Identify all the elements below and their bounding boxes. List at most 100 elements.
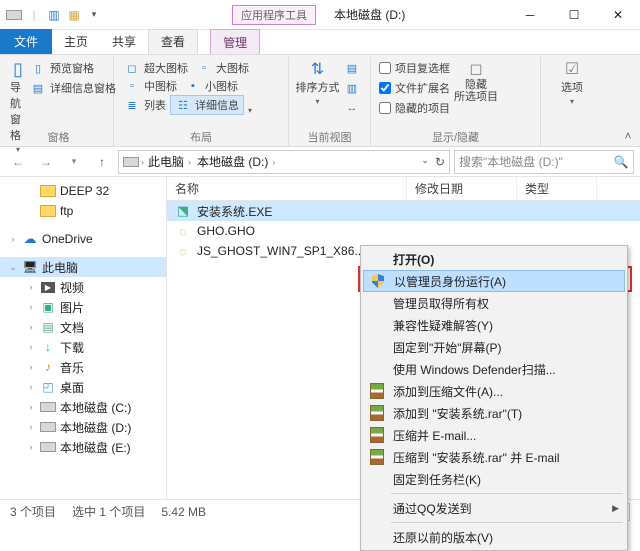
extra-large-icon: ◻	[124, 60, 140, 76]
videos-icon	[40, 279, 56, 295]
menu-qq-send[interactable]: 通过QQ发送到▶	[363, 497, 625, 519]
item-checkboxes-toggle[interactable]: 项目复选框	[377, 59, 452, 77]
details-icon: ☷	[175, 97, 191, 113]
drive-icon	[40, 439, 56, 455]
tab-view[interactable]: 查看	[148, 29, 198, 54]
menu-open[interactable]: 打开(O)	[363, 248, 625, 270]
drive-icon	[40, 399, 56, 415]
nav-documents[interactable]: ›文档	[0, 317, 166, 337]
downloads-icon	[40, 339, 56, 355]
breadcrumb-pc: 此电脑›	[146, 153, 193, 170]
rar-icon	[369, 449, 385, 465]
group-by-button[interactable]: ▤	[340, 59, 364, 77]
folder-icon	[40, 203, 56, 219]
rar-icon	[369, 405, 385, 421]
ribbon-group-layout: ◻超大图标 ▫大图标 ▫中图标 ▪小图标 ≣列表 ☷详细信息 ▾ 布局	[114, 57, 289, 146]
layout-details[interactable]: ☷详细信息	[170, 95, 244, 115]
context-menu: 打开(O) 以管理员身份运行(A) 管理员取得所有权 兼容性疑难解答(Y) 固定…	[360, 245, 628, 551]
large-icon: ▫	[196, 60, 212, 76]
tab-home[interactable]: 主页	[52, 29, 100, 54]
nav-videos[interactable]: ›视频	[0, 277, 166, 297]
nav-music[interactable]: ›音乐	[0, 357, 166, 377]
file-extensions-toggle[interactable]: 文件扩展名	[377, 79, 452, 97]
maximize-button[interactable]: ☐	[552, 0, 596, 30]
properties-icon[interactable]: ▥	[46, 7, 62, 23]
collapse-ribbon-button[interactable]: ˄	[620, 128, 636, 144]
preview-pane-button[interactable]: ▯预览窗格	[26, 59, 120, 77]
add-columns-icon: ▥	[344, 80, 360, 96]
details-pane-button[interactable]: ▤详细信息窗格	[26, 79, 120, 97]
title-bar: | ▥ ▦ ▾ 应用程序工具 本地磁盘 (D:) ─ ☐ ✕	[0, 0, 640, 30]
menu-pin-start[interactable]: 固定到"开始"屏幕(P)	[363, 336, 625, 358]
layout-extra-large[interactable]: ◻超大图标	[120, 59, 192, 77]
nav-folder-ftp[interactable]: ftp	[0, 201, 166, 221]
menu-add-to-rar[interactable]: 添加到 "安装系统.rar"(T)	[363, 402, 625, 424]
menu-compress-rar-email[interactable]: 压缩到 "安装系统.rar" 并 E-mail	[363, 446, 625, 468]
options-button[interactable]: ☑ 选项 ▾	[547, 57, 597, 106]
nav-drive-c[interactable]: ›本地磁盘 (C:)	[0, 397, 166, 417]
file-row[interactable]: GHO.GHO	[167, 221, 640, 241]
nav-desktop[interactable]: ›桌面	[0, 377, 166, 397]
status-selected-size: 5.42 MB	[161, 505, 206, 519]
breadcrumb-drive: 本地磁盘 (D:)›	[195, 153, 277, 170]
layout-list[interactable]: ≣列表	[120, 95, 170, 115]
size-columns-button[interactable]: ↔	[340, 99, 364, 117]
history-dropdown-icon[interactable]: ⌄	[421, 155, 429, 169]
ribbon-group-show-hide: 项目复选框 文件扩展名 隐藏的项目 ◻ 隐藏 所选项目 显示/隐藏	[371, 57, 541, 146]
nav-drive-e[interactable]: ›本地磁盘 (E:)	[0, 437, 166, 457]
quick-access-toolbar: | ▥ ▦ ▾	[6, 7, 102, 23]
column-name[interactable]: 名称	[167, 177, 407, 200]
tab-manage[interactable]: 管理	[210, 29, 260, 54]
menu-admin-ownership[interactable]: 管理员取得所有权	[363, 292, 625, 314]
menu-compress-email[interactable]: 压缩并 E-mail...	[363, 424, 625, 446]
status-item-count: 3 个项目	[10, 503, 56, 520]
column-date[interactable]: 修改日期	[407, 177, 517, 200]
sort-icon: ⇅	[310, 61, 326, 77]
new-folder-icon[interactable]: ▦	[66, 7, 82, 23]
nav-onedrive[interactable]: ›OneDrive	[0, 229, 166, 249]
tab-file[interactable]: 文件	[0, 29, 52, 54]
rar-icon	[369, 427, 385, 443]
close-button[interactable]: ✕	[596, 0, 640, 30]
layout-more-icon[interactable]: ▾	[248, 106, 252, 115]
desktop-icon	[40, 379, 56, 395]
size-columns-icon: ↔	[344, 100, 360, 116]
ribbon-tabs: 文件 主页 共享 查看 管理	[0, 30, 640, 55]
drive-icon	[6, 7, 22, 23]
add-columns-button[interactable]: ▥	[340, 79, 364, 97]
nav-this-pc[interactable]: ⌄此电脑	[0, 257, 166, 277]
hidden-items-toggle[interactable]: 隐藏的项目	[377, 99, 452, 117]
hide-selected-button[interactable]: ◻ 隐藏 所选项目	[452, 57, 500, 117]
pictures-icon	[40, 299, 56, 315]
qat-dropdown-icon[interactable]: ▾	[86, 7, 102, 23]
nav-drive-d[interactable]: ›本地磁盘 (D:)	[0, 417, 166, 437]
refresh-button[interactable]: ↻	[435, 155, 445, 169]
file-row[interactable]: 安装系统.EXE	[167, 201, 640, 221]
nav-folder-deep32[interactable]: DEEP 32	[0, 181, 166, 201]
menu-defender-scan[interactable]: 使用 Windows Defender扫描...	[363, 358, 625, 380]
search-input[interactable]: 搜索"本地磁盘 (D:)" 🔍	[454, 150, 634, 174]
music-icon	[40, 359, 56, 375]
onedrive-icon	[22, 231, 38, 247]
menu-troubleshoot[interactable]: 兼容性疑难解答(Y)	[363, 314, 625, 336]
minimize-button[interactable]: ─	[508, 0, 552, 30]
layout-small[interactable]: ▪小图标	[181, 77, 242, 95]
menu-run-as-admin[interactable]: 以管理员身份运行(A)	[363, 270, 625, 292]
menu-add-to-archive[interactable]: 添加到压缩文件(A)...	[363, 380, 625, 402]
hide-icon: ◻	[468, 61, 484, 77]
medium-icon: ▫	[124, 78, 140, 94]
pc-icon	[22, 259, 38, 275]
nav-downloads[interactable]: ›下载	[0, 337, 166, 357]
breadcrumb[interactable]: › 此电脑› 本地磁盘 (D:)› ⌄ ↻	[118, 150, 450, 174]
menu-pin-taskbar[interactable]: 固定到任务栏(K)	[363, 468, 625, 490]
column-type[interactable]: 类型	[517, 177, 597, 200]
menu-restore-previous[interactable]: 还原以前的版本(V)	[363, 526, 625, 548]
search-icon: 🔍	[613, 154, 629, 170]
qat-divider: |	[26, 7, 42, 23]
ribbon-group-current-view: ⇅ 排序方式 ▾ ▤ ▥ ↔ 当前视图	[289, 57, 371, 146]
layout-medium[interactable]: ▫中图标	[120, 77, 181, 95]
sort-button[interactable]: ⇅ 排序方式 ▾	[295, 57, 340, 117]
nav-pictures[interactable]: ›图片	[0, 297, 166, 317]
layout-large[interactable]: ▫大图标	[192, 59, 253, 77]
tab-share[interactable]: 共享	[100, 29, 148, 54]
